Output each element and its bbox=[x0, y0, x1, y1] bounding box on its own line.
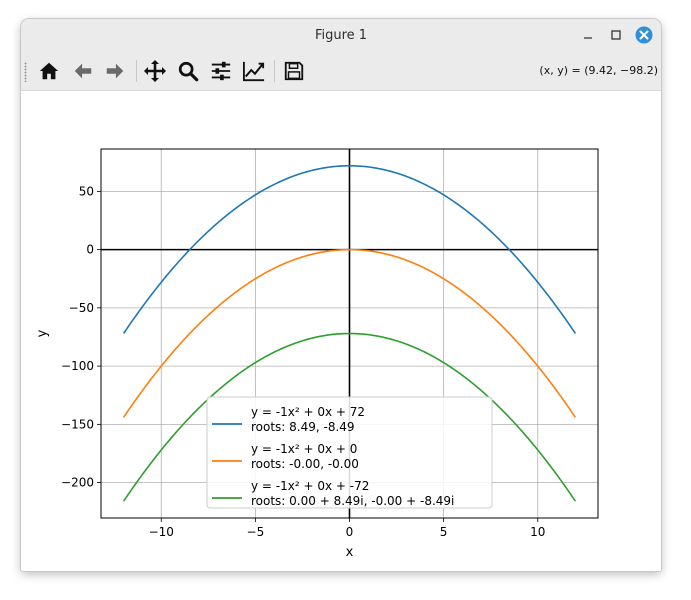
window-title: Figure 1 bbox=[314, 28, 368, 43]
minimize-icon bbox=[584, 37, 592, 39]
close-button[interactable] bbox=[635, 26, 653, 44]
forward-button[interactable] bbox=[101, 57, 129, 85]
toolbar-separator bbox=[274, 60, 275, 82]
maximize-icon bbox=[611, 30, 621, 40]
edit-axis-button[interactable] bbox=[240, 57, 268, 85]
figure-window: Figure 1 (x, y) = (9.42, −98.2) −10 −5 0… bbox=[21, 19, 661, 571]
maximize-button[interactable] bbox=[607, 26, 625, 44]
x-tick-label: −5 bbox=[247, 525, 265, 539]
y-axis-label: y bbox=[35, 329, 50, 337]
magnifier-icon bbox=[178, 61, 199, 82]
x-tick-label: 0 bbox=[346, 525, 354, 539]
configure-subplots-button[interactable] bbox=[207, 57, 235, 85]
home-button[interactable] bbox=[35, 57, 63, 85]
arrow-right-icon bbox=[106, 63, 124, 79]
y-tick-label: −200 bbox=[61, 476, 94, 490]
x-tick-label: 10 bbox=[530, 525, 545, 539]
x-axis-label: x bbox=[346, 545, 354, 560]
y-tick-label: 0 bbox=[86, 243, 94, 257]
toolbar-grip[interactable] bbox=[24, 62, 27, 82]
figure-canvas[interactable]: −10 −5 0 5 10 50 0 −50 −100 −150 −200 x y y = -1x²… bbox=[21, 91, 661, 571]
navigation-toolbar: (x, y) = (9.42, −98.2) bbox=[21, 52, 661, 91]
plot-area[interactable]: −10 −5 0 5 10500−50−100−150−200 x y y = -1x²… bbox=[21, 91, 661, 571]
floppy-disk-icon bbox=[284, 61, 304, 81]
title-bar[interactable]: Figure 1 bbox=[21, 19, 661, 52]
cursor-coordinates: (x, y) = (9.42, −98.2) bbox=[539, 64, 658, 77]
y-tick-label: −100 bbox=[61, 359, 94, 373]
y-tick-label: −150 bbox=[61, 417, 94, 431]
legend-roots-label: roots: -0.00, -0.00 bbox=[251, 457, 359, 471]
y-tick-label: 50 bbox=[79, 184, 94, 198]
legend-label: y = -1x² + 0x + 0 bbox=[251, 442, 357, 456]
legend[interactable]: y = -1x² + 0x + 72roots: 8.49, -8.49 y = … bbox=[206, 396, 493, 509]
minimize-button[interactable] bbox=[579, 26, 597, 44]
legend-roots-label: roots: 8.49, -8.49 bbox=[251, 420, 355, 434]
sliders-icon bbox=[211, 61, 231, 81]
toolbar-separator bbox=[136, 60, 137, 82]
pan-button[interactable] bbox=[141, 57, 169, 85]
legend-label: y = -1x² + 0x + -72 bbox=[251, 479, 369, 493]
save-button[interactable] bbox=[280, 57, 308, 85]
back-button[interactable] bbox=[69, 57, 97, 85]
home-icon bbox=[39, 62, 59, 80]
close-icon bbox=[635, 26, 653, 44]
move-icon bbox=[144, 60, 166, 82]
line-chart-icon bbox=[243, 61, 265, 82]
y-tick-label: −50 bbox=[69, 301, 94, 315]
legend-roots-label: roots: 0.00 + 8.49i, -0.00 + -8.49i bbox=[251, 494, 454, 508]
x-tick-label: −10 bbox=[149, 525, 174, 539]
x-tick-label: 5 bbox=[440, 525, 448, 539]
legend-label: y = -1x² + 0x + 72 bbox=[251, 405, 365, 419]
arrow-left-icon bbox=[74, 63, 92, 79]
zoom-button[interactable] bbox=[174, 57, 202, 85]
